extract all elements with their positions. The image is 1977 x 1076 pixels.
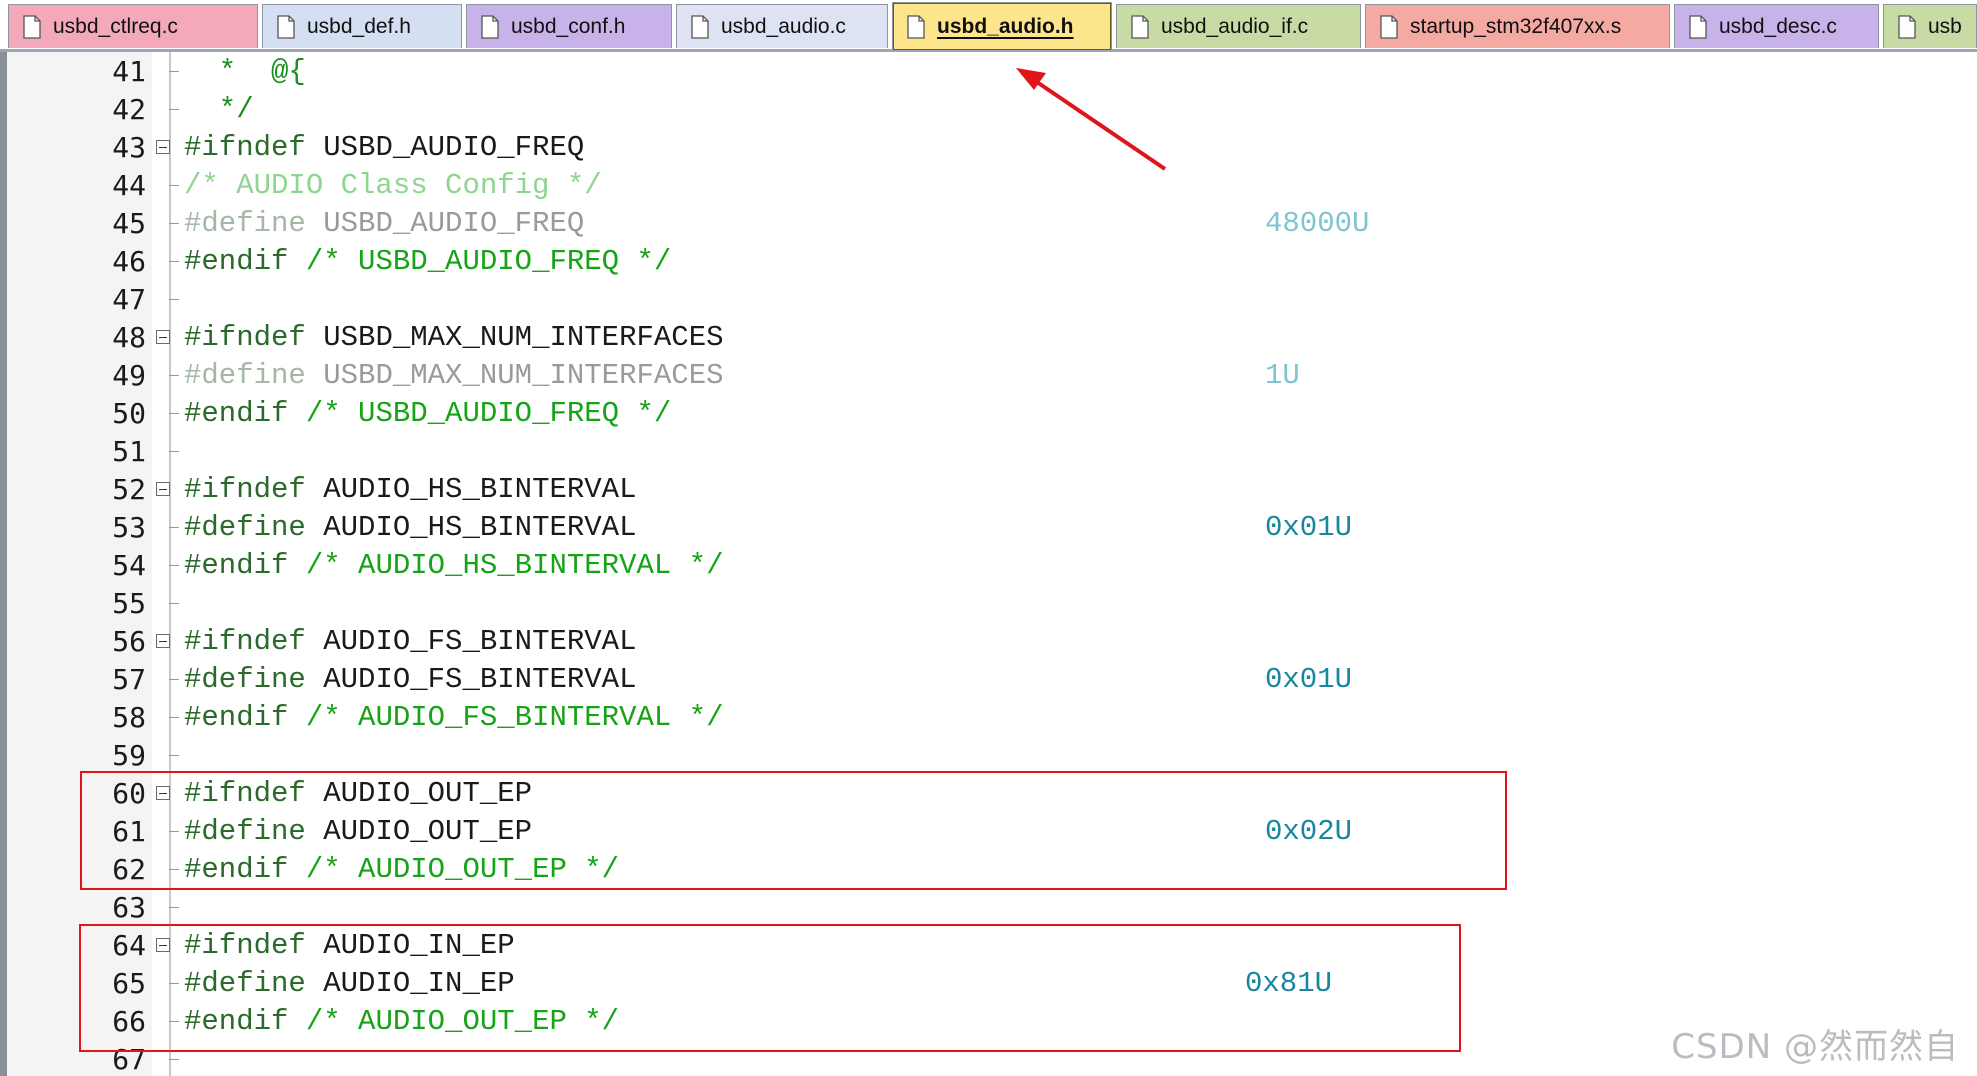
annotation-arrow-icon	[1016, 68, 1167, 171]
watermark: CSDN @然而然自	[1671, 1027, 1959, 1067]
